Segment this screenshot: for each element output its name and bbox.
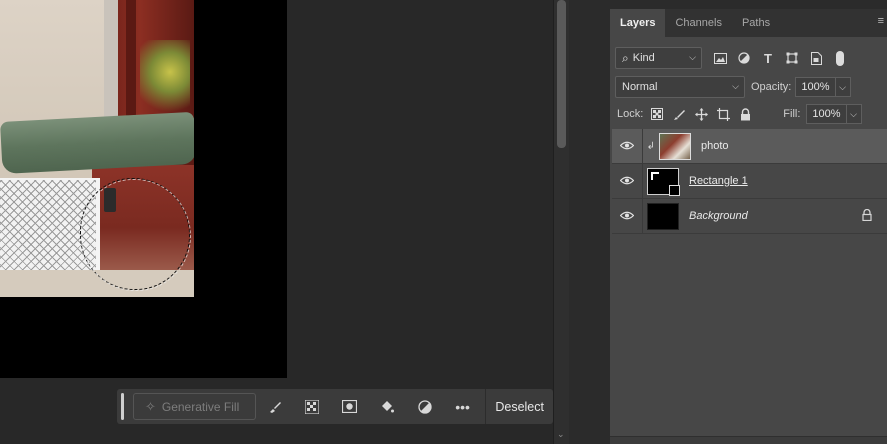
layer-name[interactable]: Rectangle 1	[689, 175, 748, 187]
paint-bucket-icon[interactable]	[369, 393, 407, 420]
half-circle-icon[interactable]	[406, 393, 444, 420]
opacity-label: Opacity:	[751, 81, 792, 93]
generative-fill-icon: ✧	[144, 398, 156, 414]
contextual-task-bar: ✧ Generative Fill ••• Deselect	[117, 389, 553, 424]
smart-object-filter-icon[interactable]	[804, 47, 828, 69]
blend-mode-value: Normal	[622, 81, 658, 93]
lock-row: Lock: Fill: 100% ⌵	[610, 102, 887, 126]
layer-thumbnail[interactable]	[647, 202, 679, 230]
canvas-area[interactable]: ✧ Generative Fill ••• Deselect	[0, 0, 553, 444]
checker-icon[interactable]	[293, 393, 331, 420]
layer-filter-row: ⌕ Kind ⌵ T	[610, 45, 887, 71]
type-filter-icon[interactable]: T	[756, 47, 780, 69]
canvas-photo[interactable]	[0, 0, 194, 297]
chevron-down-icon: ⌵	[732, 81, 739, 91]
filter-kind-select[interactable]: ⌕ Kind ⌵	[615, 47, 702, 69]
eye-icon[interactable]	[612, 209, 642, 223]
tab-channels[interactable]: Channels	[665, 9, 731, 37]
lock-label: Lock:	[617, 108, 644, 120]
layers-list: ↲ photo Rectangle 1 Background	[612, 128, 887, 234]
more-icon[interactable]: •••	[444, 393, 482, 420]
deselect-button[interactable]: Deselect	[485, 389, 553, 424]
tab-layers[interactable]: Layers	[610, 9, 666, 37]
artboard[interactable]	[0, 0, 287, 378]
layer-name[interactable]: Background	[689, 210, 748, 222]
lock-transparent-pixels-icon[interactable]	[646, 104, 668, 124]
adjustment-filter-icon[interactable]	[732, 47, 756, 69]
photo-hedge	[0, 111, 194, 174]
panel-gutter	[569, 0, 610, 444]
layer-thumbnail[interactable]	[659, 132, 691, 160]
layers-panel: Layers Channels Paths ≡ ⌕ Kind ⌵ T Norma…	[610, 0, 887, 444]
lock-image-pixels-icon[interactable]	[668, 104, 690, 124]
layer-thumbnail[interactable]	[647, 167, 680, 196]
photo-palm	[140, 40, 190, 120]
brush-icon[interactable]	[256, 393, 294, 420]
generative-fill-button[interactable]: ✧ Generative Fill	[132, 393, 256, 420]
canvas-vertical-scrollbar[interactable]: ⌄	[553, 0, 569, 444]
image-filter-icon[interactable]	[708, 47, 732, 69]
layer-row-rectangle[interactable]: Rectangle 1	[612, 163, 887, 199]
layer-name[interactable]: photo	[701, 140, 729, 152]
panel-footer	[610, 436, 887, 444]
scroll-down-icon[interactable]: ⌄	[557, 429, 565, 440]
eye-icon[interactable]	[612, 139, 642, 153]
generative-fill-label: Generative Fill	[161, 399, 240, 414]
layer-divider	[642, 198, 643, 234]
clipping-mask-arrow-icon: ↲	[646, 140, 655, 152]
lock-icon[interactable]	[862, 208, 872, 224]
fill-input[interactable]: 100%	[806, 104, 847, 124]
filter-kind-label: Kind	[632, 52, 655, 64]
shape-layer-badge-icon	[669, 184, 680, 196]
layer-divider	[642, 163, 643, 199]
panel-top-strip	[610, 0, 887, 9]
tab-paths[interactable]: Paths	[732, 9, 780, 37]
filter-toggle-switch[interactable]	[836, 50, 844, 66]
mask-icon[interactable]	[331, 393, 369, 420]
scrollbar-thumb[interactable]	[557, 0, 566, 148]
eye-icon[interactable]	[612, 174, 642, 188]
blend-mode-select[interactable]: Normal ⌵	[615, 76, 745, 98]
opacity-dropdown-icon[interactable]: ⌵	[835, 77, 851, 97]
opacity-input[interactable]: 100%	[795, 77, 836, 97]
lock-position-icon[interactable]	[690, 104, 712, 124]
fill-dropdown-icon[interactable]: ⌵	[846, 104, 862, 124]
selection-marquee-outline	[81, 179, 191, 291]
layer-row-photo[interactable]: ↲ photo	[612, 128, 887, 164]
panel-menu-icon[interactable]: ≡	[878, 15, 884, 27]
lock-all-icon[interactable]	[734, 104, 756, 124]
lock-artboard-icon[interactable]	[712, 104, 734, 124]
panel-tabs: Layers Channels Paths	[610, 9, 887, 37]
chevron-down-icon: ⌵	[689, 52, 696, 62]
shape-filter-icon[interactable]	[780, 47, 804, 69]
layer-row-background[interactable]: Background	[612, 198, 887, 234]
taskbar-drag-handle[interactable]	[121, 393, 124, 420]
fill-label: Fill:	[783, 108, 801, 120]
blend-row: Normal ⌵ Opacity: 100% ⌵	[610, 75, 887, 99]
search-icon: ⌕	[622, 50, 629, 65]
